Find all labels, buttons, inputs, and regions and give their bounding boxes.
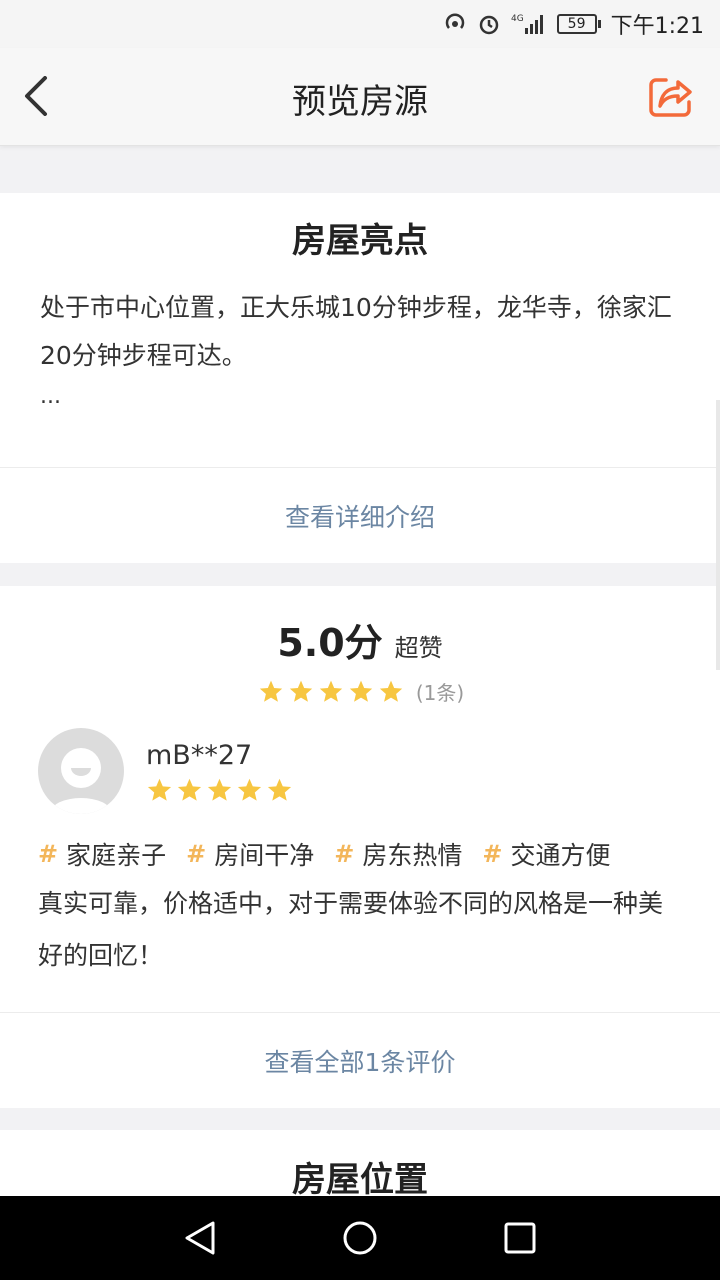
score-value: 5.0分 [277,621,383,665]
review-tag-label: 房东热情 [362,841,463,870]
star-icon [207,778,232,801]
review-tag: # 交通方便 [482,836,610,872]
circle-home-icon [343,1221,377,1255]
square-recents-icon [504,1222,536,1254]
highlights-card: 房屋亮点 处于市中心位置，正大乐城10分钟步程，龙华寺，徐家汇20分钟步程可达。… [0,193,720,563]
triangle-back-icon [185,1221,215,1255]
hash-icon: # [186,840,207,868]
status-bar: 4G 59 下午1:21 [0,0,720,48]
signal-icon: 4G [511,12,547,36]
highlights-ellipsis: ... [40,384,61,409]
alarm-icon [477,12,501,36]
share-button[interactable] [646,72,696,122]
scrollbar[interactable] [716,400,720,670]
back-nav-button[interactable] [170,1208,230,1268]
star-icon [379,680,402,702]
battery-icon: 59 [556,14,601,34]
star-icon [147,778,172,801]
network-label: 4G [511,14,524,24]
page-title: 预览房源 [292,82,428,122]
avatar[interactable] [38,728,124,814]
review-tag: # 家庭亲子 [38,836,166,872]
reviewer-name: mB**27 [146,740,253,771]
review-comment: 真实可靠，价格适中，对于需要体验不同的风格是一种美好的回忆！ [38,889,664,970]
top-nav-bar: 预览房源 [0,48,720,146]
reviewer-rating [146,777,296,804]
star-icon [319,680,342,702]
highlights-title: 房屋亮点 [292,221,428,261]
score-word: 超赞 [394,634,443,662]
review-count: (1条) [415,681,465,705]
hash-icon: # [482,840,503,868]
reviews-card: 5.0分 超赞 (1条) mB**27 # 家庭亲子 # 房间干净 # 房东热情 # 交通方便 … [0,586,720,1108]
star-icon [267,778,292,801]
hash-icon: # [38,840,59,868]
hotspot-icon [443,12,467,36]
star-icon [237,778,262,801]
location-card: 房屋位置 [0,1130,720,1200]
star-icon [289,680,312,702]
status-time: 下午1:21 [610,14,704,39]
review-tag-label: 房间干净 [214,841,315,870]
review-tag-label: 家庭亲子 [66,841,167,870]
highlights-text: 处于市中心位置，正大乐城10分钟步程，龙华寺，徐家汇20分钟步程可达。 [40,293,672,370]
share-icon [649,78,692,117]
review-tag-label: 交通方便 [510,841,611,870]
review-tag: # 房东热情 [334,836,462,872]
home-nav-button[interactable] [330,1208,390,1268]
hash-icon: # [334,840,355,868]
system-nav-bar [0,1196,720,1280]
review-tags: # 家庭亲子 # 房间干净 # 房东热情 # 交通方便 [38,836,611,872]
overall-rating: (1条) [0,677,720,706]
star-icon [177,778,202,801]
view-details-link[interactable]: 查看详细介绍 [0,467,720,563]
recents-nav-button[interactable] [490,1208,550,1268]
battery-level: 59 [556,14,597,34]
score-row: 5.0分 超赞 [0,586,720,667]
star-icon [349,680,372,702]
location-title: 房屋位置 [292,1160,428,1200]
star-icon [259,680,282,702]
review-item: mB**27 [38,728,296,814]
review-tag: # 房间干净 [186,836,314,872]
view-all-reviews-link[interactable]: 查看全部1条评价 [0,1012,720,1108]
